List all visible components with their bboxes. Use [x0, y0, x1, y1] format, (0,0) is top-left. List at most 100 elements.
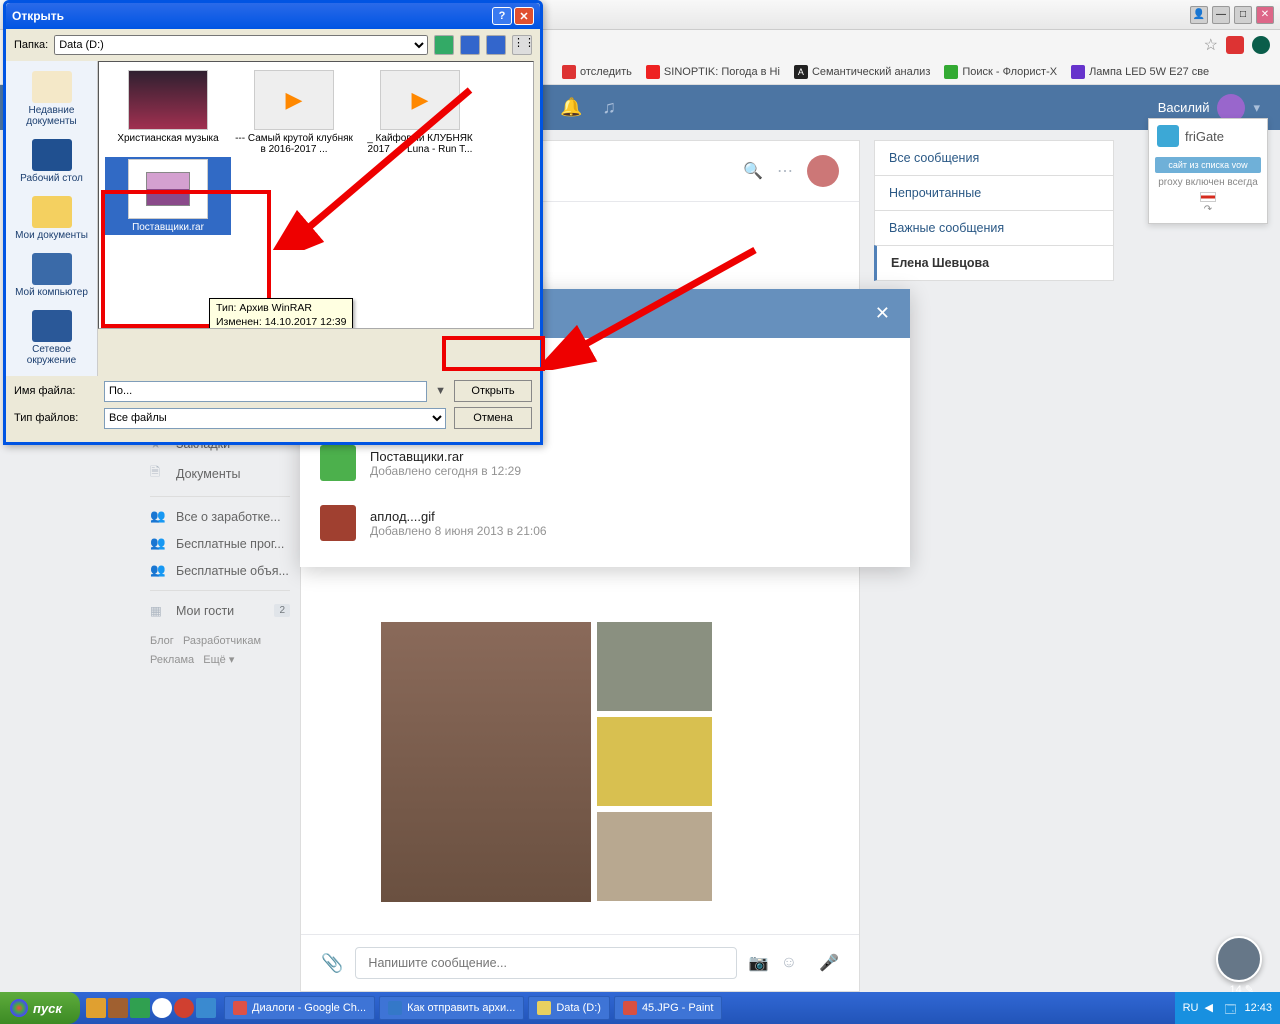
file-name: аплод....gif: [370, 509, 547, 524]
notifications-icon[interactable]: 🔔: [560, 97, 582, 118]
file-row[interactable]: аплод....gif Добавлено 8 июня 2013 в 21:…: [320, 493, 890, 553]
ql-icon[interactable]: [196, 998, 216, 1018]
dialog-titlebar[interactable]: Открыть ? ✕: [6, 3, 540, 29]
ql-icon[interactable]: [108, 998, 128, 1018]
place-desktop[interactable]: Рабочий стол: [6, 133, 97, 190]
filetype-dropdown[interactable]: Все файлы: [104, 408, 446, 429]
bookmark-item[interactable]: SINOPTIK: Погода в Ні: [646, 65, 780, 79]
rar-icon: [320, 445, 356, 481]
chevron-down-icon: ▾: [1253, 100, 1260, 116]
photo[interactable]: [597, 812, 712, 901]
group-icon: 👥: [150, 563, 166, 578]
separator: [150, 590, 290, 591]
frigate-site-button[interactable]: сайт из списка vow: [1155, 157, 1261, 173]
frigate-header: friGate: [1149, 119, 1267, 153]
sidebar-item-group[interactable]: 👥Все о заработке...: [140, 503, 300, 530]
task-button[interactable]: Диалоги - Google Ch...: [224, 996, 375, 1020]
star-icon[interactable]: ☆: [1204, 35, 1218, 55]
file-list[interactable]: Христианская музыка ▶--- Самый крутой кл…: [98, 61, 534, 329]
tray-icon[interactable]: 🗔: [1224, 1001, 1238, 1015]
place-documents[interactable]: Мои документы: [6, 190, 97, 247]
link-blog[interactable]: Блог: [150, 635, 174, 647]
gif-icon: [320, 505, 356, 541]
filter-all[interactable]: Все сообщения: [874, 140, 1114, 175]
photo-attachments: [381, 622, 839, 902]
lang-indicator[interactable]: RU: [1183, 1002, 1199, 1014]
sidebar-item-documents[interactable]: 🗎Документы: [140, 457, 300, 490]
yandex-icon[interactable]: [174, 998, 194, 1018]
more-icon[interactable]: ⋯: [777, 161, 793, 181]
bookmark-item[interactable]: Поиск - Флорист-Х: [944, 65, 1057, 79]
up-button[interactable]: [460, 35, 480, 55]
emoji-icon[interactable]: ☺: [781, 954, 797, 972]
filename-input[interactable]: По...: [104, 381, 427, 402]
attach-icon[interactable]: 📎: [321, 953, 343, 974]
filetype-label: Тип файлов:: [14, 412, 96, 424]
file-tooltip: Тип: Архив WinRAR Изменен: 14.10.2017 12…: [209, 298, 353, 329]
folder-dropdown[interactable]: Data (D:): [54, 35, 428, 55]
dialog-bottom: Имя файла: По... ▼ Открыть Тип файлов: В…: [6, 376, 540, 442]
file-item-selected[interactable]: Поставщики.rar: [107, 159, 229, 233]
floating-avatar[interactable]: 14 ✎: [1216, 936, 1262, 982]
filter-important[interactable]: Важные сообщения: [874, 210, 1114, 245]
views-button[interactable]: ⋮⋮: [512, 35, 532, 55]
link-more[interactable]: Ещё ▾: [203, 654, 234, 666]
search-icon[interactable]: 🔍: [743, 161, 763, 181]
message-input[interactable]: [355, 947, 736, 979]
ql-icon[interactable]: [130, 998, 150, 1018]
photo[interactable]: [381, 622, 591, 902]
back-button[interactable]: [434, 35, 454, 55]
task-button[interactable]: Data (D:): [528, 996, 610, 1020]
grid-icon: ▦: [150, 603, 166, 618]
sidebar-item-guests[interactable]: ▦Мои гости2: [140, 597, 300, 624]
place-computer[interactable]: Мой компьютер: [6, 247, 97, 304]
help-button[interactable]: ?: [492, 7, 512, 25]
user-icon[interactable]: 👤: [1190, 6, 1208, 24]
file-item[interactable]: Христианская музыка: [107, 70, 229, 155]
frigate-title: friGate: [1185, 129, 1224, 144]
photo[interactable]: [597, 622, 712, 711]
open-button[interactable]: Открыть: [454, 380, 532, 402]
place-network[interactable]: Сетевое окружение: [6, 304, 97, 372]
modal-close-icon[interactable]: ✕: [875, 303, 890, 324]
bookmark-item[interactable]: отследить: [562, 65, 632, 79]
bookmark-item[interactable]: Лампа LED 5W E27 све: [1071, 65, 1209, 79]
task-button[interactable]: 45.JPG - Paint: [614, 996, 723, 1020]
photo-icon[interactable]: 📷: [749, 953, 769, 973]
flag-icon: [1200, 192, 1216, 202]
document-icon: 🗎: [150, 463, 166, 484]
sidebar-item-group[interactable]: 👥Бесплатные прог...: [140, 530, 300, 557]
extension-icon[interactable]: [1252, 36, 1270, 54]
maximize-button[interactable]: □: [1234, 6, 1252, 24]
bookmark-item[interactable]: AСемантический анализ: [794, 65, 930, 79]
username: Василий: [1158, 100, 1210, 115]
new-folder-button[interactable]: [486, 35, 506, 55]
group-icon: 👥: [150, 536, 166, 551]
clock[interactable]: 12:43: [1244, 1002, 1272, 1014]
minimize-button[interactable]: —: [1212, 6, 1230, 24]
adblock-icon[interactable]: [1226, 36, 1244, 54]
ql-icon[interactable]: [86, 998, 106, 1018]
tray-icon[interactable]: ◀: [1204, 1001, 1218, 1015]
filter-contact[interactable]: Елена Шевцова: [874, 245, 1114, 281]
file-item[interactable]: ▶--- Самый крутой клубняк в 2016-2017 ..…: [233, 70, 355, 155]
chat-avatar[interactable]: [807, 155, 839, 187]
close-browser-button[interactable]: ✕: [1256, 6, 1274, 24]
cancel-button[interactable]: Отмена: [454, 407, 532, 429]
filter-unread[interactable]: Непрочитанные: [874, 175, 1114, 210]
dialog-close-button[interactable]: ✕: [514, 7, 534, 25]
badge: 2: [274, 604, 290, 617]
sidebar-item-group[interactable]: 👥Бесплатные объя...: [140, 557, 300, 584]
file-item[interactable]: ▶_ Кайфовый КЛУБНЯК 2017 _ - Luna - Run …: [359, 70, 481, 155]
taskbar: пуск Диалоги - Google Ch... Как отправит…: [0, 992, 1280, 1024]
chrome-icon[interactable]: [152, 998, 172, 1018]
link-ads[interactable]: Реклама: [150, 654, 194, 666]
task-button[interactable]: Как отправить архи...: [379, 996, 524, 1020]
link-dev[interactable]: Разработчикам: [183, 635, 261, 647]
photo[interactable]: [597, 717, 712, 806]
start-button[interactable]: пуск: [0, 992, 80, 1024]
place-recent[interactable]: Недавние документы: [6, 65, 97, 133]
music-icon[interactable]: ♫: [602, 97, 616, 118]
filename-label: Имя файла:: [14, 385, 96, 397]
mic-icon[interactable]: 🎤: [819, 953, 839, 973]
